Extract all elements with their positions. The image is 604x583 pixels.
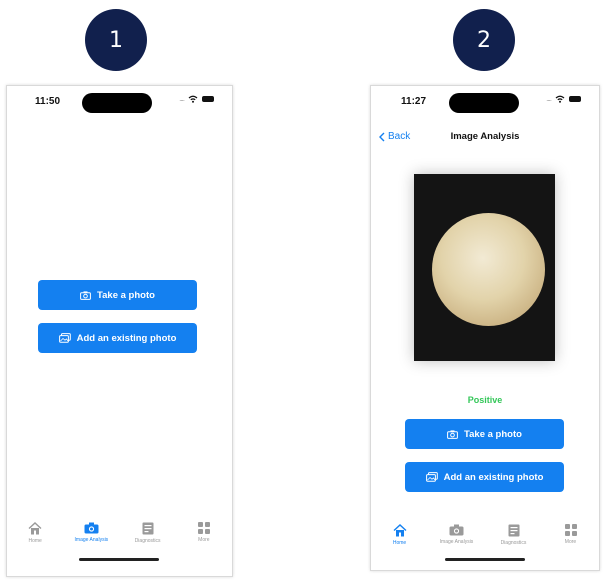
take-photo-button[interactable]: Take a photo bbox=[405, 419, 564, 449]
take-photo-label: Take a photo bbox=[464, 428, 522, 440]
tab-label: More bbox=[198, 537, 210, 543]
photo-library-icon bbox=[425, 472, 438, 482]
page-title: Image Analysis bbox=[450, 131, 520, 142]
tab-more[interactable]: More bbox=[542, 524, 599, 564]
sample-circle bbox=[432, 213, 545, 326]
step-number: 2 bbox=[477, 27, 491, 53]
signal-icon: .... bbox=[179, 94, 185, 103]
dynamic-island bbox=[82, 93, 152, 113]
tab-label: Image Analysis bbox=[439, 539, 474, 545]
grid-icon bbox=[564, 524, 577, 536]
tab-label: Diagnostics bbox=[500, 540, 527, 546]
camera-icon bbox=[447, 429, 458, 439]
grid-icon bbox=[197, 522, 210, 534]
home-indicator bbox=[79, 558, 159, 561]
tab-home[interactable]: Home bbox=[7, 522, 63, 562]
camera-icon bbox=[449, 524, 464, 536]
diagnostics-icon bbox=[508, 524, 520, 537]
step-number: 1 bbox=[109, 27, 123, 53]
tab-label: More bbox=[564, 539, 577, 545]
signal-icon: .... bbox=[546, 94, 552, 103]
home-icon bbox=[28, 522, 42, 535]
add-existing-photo-button[interactable]: Add an existing photo bbox=[38, 323, 197, 353]
dynamic-island bbox=[449, 93, 519, 113]
status-time: 11:27 bbox=[401, 96, 427, 107]
tab-image-analysis[interactable]: Image Analysis bbox=[63, 522, 119, 562]
sample-photo bbox=[414, 174, 555, 361]
step-badge-1: 1 bbox=[85, 9, 147, 71]
photo-library-icon bbox=[58, 333, 71, 343]
battery-icon bbox=[569, 95, 581, 102]
tab-diagnostics[interactable]: Diagnostics bbox=[120, 522, 176, 562]
result-label: Positive bbox=[467, 395, 503, 405]
diagnostics-icon bbox=[142, 522, 154, 535]
wifi-icon bbox=[555, 95, 565, 103]
phone-screen-2: 11:27 .... Back Image Analysis Positive … bbox=[370, 85, 600, 571]
step-badge-2: 2 bbox=[453, 9, 515, 71]
home-icon bbox=[393, 524, 407, 537]
camera-icon bbox=[80, 290, 91, 300]
camera-icon bbox=[84, 522, 99, 534]
status-icons: .... bbox=[546, 94, 581, 103]
status-time: 11:50 bbox=[35, 96, 61, 107]
battery-icon bbox=[202, 95, 214, 102]
add-existing-photo-label: Add an existing photo bbox=[76, 332, 177, 344]
tab-label: Home bbox=[392, 540, 407, 546]
status-icons: .... bbox=[179, 94, 214, 103]
take-photo-button[interactable]: Take a photo bbox=[38, 280, 197, 310]
tab-home[interactable]: Home bbox=[371, 524, 428, 564]
home-indicator bbox=[445, 558, 525, 561]
phone-screen-1: 11:50 .... Take a photo Add an existing … bbox=[6, 85, 233, 577]
add-existing-photo-button[interactable]: Add an existing photo bbox=[405, 462, 564, 492]
take-photo-label: Take a photo bbox=[97, 289, 155, 301]
add-existing-photo-label: Add an existing photo bbox=[443, 471, 544, 483]
tab-label: Image Analysis bbox=[74, 537, 109, 543]
tab-label: Diagnostics bbox=[134, 538, 161, 544]
tab-more[interactable]: More bbox=[176, 522, 232, 562]
tab-bar: Home Image Analysis Diagnostics More bbox=[7, 522, 232, 562]
tab-label: Home bbox=[28, 538, 42, 544]
wifi-icon bbox=[188, 95, 198, 103]
